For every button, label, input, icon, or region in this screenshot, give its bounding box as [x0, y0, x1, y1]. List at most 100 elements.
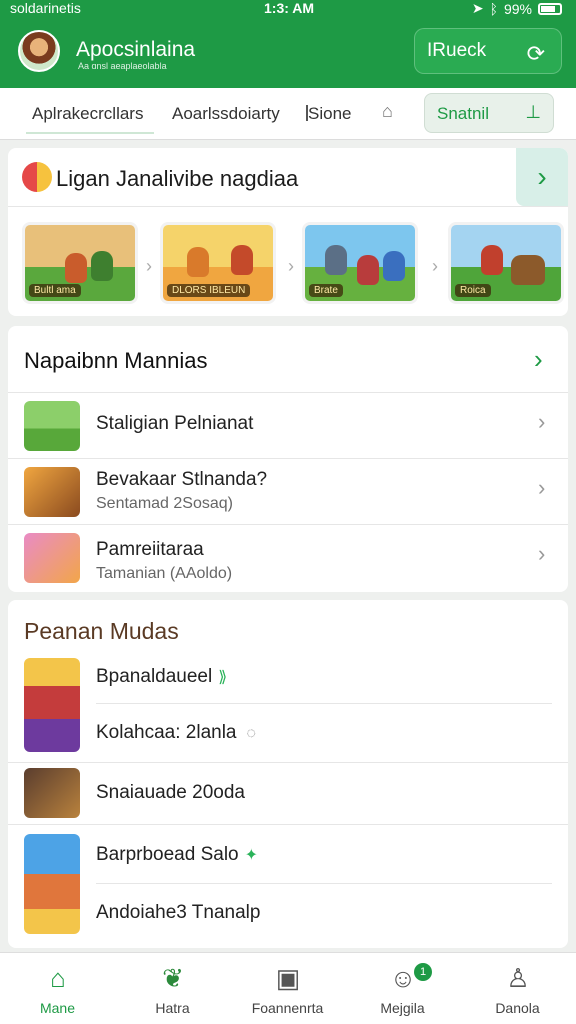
leaf-icon: ❦ [162, 963, 184, 993]
featured-next-button[interactable]: › [516, 148, 568, 206]
notification-badge: 1 [414, 963, 432, 981]
list-item-title: Bevakaar Stlnanda? [96, 469, 268, 490]
chevron-right-icon: › [146, 256, 152, 276]
list-item[interactable]: Pamreiitaraa Tamanian (AAoldo) › [8, 524, 568, 590]
recent-item[interactable]: Bpanaldaueel ⟫ [8, 652, 568, 704]
header-action-button[interactable]: IRueck ⟳ [414, 28, 562, 74]
nav-item-5[interactable]: ♙ Danola [460, 953, 575, 1024]
tab-2[interactable]: Aoarlssdoiarty [172, 104, 280, 124]
avatar[interactable] [18, 30, 60, 72]
home-icon: ⌂ [50, 963, 66, 993]
chevron-right-icon: › [538, 475, 546, 500]
recent-heading: Peanan Mudas [24, 618, 179, 644]
featured-thumbnail[interactable]: Bultl ama [22, 222, 138, 304]
recent-item[interactable]: Snaiauade 20oda [8, 764, 568, 824]
bluetooth-icon: ᛒ [489, 0, 498, 17]
nav-label: Foannenrta [251, 1000, 324, 1016]
spiral-icon: ▣ [275, 963, 301, 993]
app-header: soldarinetis 1:3: AM ➤ ᛒ 99% Apocsinlain… [0, 0, 576, 88]
nav-label: Hatra [155, 1000, 190, 1016]
thumbnail-caption: Roica [455, 284, 491, 297]
character-icon [383, 251, 405, 281]
thumbnail-caption: DLORS IBLEUN [167, 284, 251, 297]
check-badge-icon: ⟫ [218, 669, 228, 686]
list-item-title: Pamreiitaraa [96, 539, 204, 560]
nav-label: Mane [39, 1000, 76, 1016]
app-title: Apocsinlaina [76, 38, 196, 61]
thumb-sky [163, 225, 273, 267]
recent-item[interactable]: Barprboead Salo ✦ [8, 826, 568, 884]
nav-item-3[interactable]: ▣ Foannenrta [230, 953, 345, 1024]
active-tab-indicator [26, 132, 154, 134]
people-icon: ☺ [389, 963, 417, 993]
character-icon [357, 255, 379, 285]
shield-icon: ◌ [246, 725, 257, 742]
chart-icon: ⊥ [525, 102, 541, 122]
profile-icon: ♙ [506, 963, 530, 993]
chevron-right-icon: › [288, 256, 294, 276]
recent-item-title: Barprboead Salo ✦ [96, 844, 259, 865]
character-icon [187, 247, 209, 277]
status-bar: soldarinetis 1:3: AM ➤ ᛒ 99% [0, 0, 576, 18]
bottom-nav: ⌂ Mane ❦ Hatra ▣ Foannenrta ☺ Mejgila ♙ … [0, 952, 576, 1024]
character-icon [65, 253, 87, 283]
character-icon [325, 245, 347, 275]
recent-item-title: Snaiauade 20oda [96, 782, 245, 803]
clock: 1:3: AM [264, 0, 315, 16]
recent-item-title: Bpanaldaueel ⟫ [96, 666, 228, 687]
list-heading: Napaibnn Mannias [24, 348, 208, 373]
tab-1[interactable]: Aplrakecrcllars [32, 104, 143, 124]
thumbnail-caption: Brate [309, 284, 343, 297]
animal-icon [511, 255, 545, 285]
divider [8, 824, 568, 825]
divider [8, 206, 568, 207]
nav-item-home[interactable]: ⌂ Mane [0, 953, 115, 1024]
recent-item[interactable]: Andoiahe3 Tnanalp [8, 884, 568, 942]
ball-icon [22, 162, 52, 192]
recent-item-title: Kolahcaa: 2lanla ◌ [96, 722, 257, 743]
status-right: ➤ ᛒ 99% [472, 0, 562, 17]
character-icon [231, 245, 253, 275]
thumb-sky [451, 225, 561, 267]
divider [8, 762, 568, 763]
list-item[interactable]: Bevakaar Stlnanda? Sentamad 2Sosaq) › [8, 458, 568, 524]
battery-percent: 99% [503, 0, 532, 17]
featured-thumbnail[interactable]: DLORS IBLEUN [160, 222, 276, 304]
recent-card: Peanan Mudas Bpanaldaueel ⟫ Kolahcaa: 2la… [8, 600, 568, 948]
leaf-badge-icon: ✦ [244, 847, 259, 864]
character-icon [481, 245, 503, 275]
recent-item[interactable]: Kolahcaa: 2lanla ◌ [8, 704, 568, 762]
list-item-subtitle: Tamanian (AAoldo) [96, 565, 233, 582]
featured-thumbnail[interactable]: Roica [448, 222, 564, 304]
nav-item-2[interactable]: ❦ Hatra [115, 953, 230, 1024]
list-item-title: Staligian Pelnianat [96, 413, 254, 434]
battery-icon [538, 2, 562, 15]
home-shape-icon[interactable]: ⌂ [382, 101, 393, 122]
chevron-right-icon[interactable]: › [534, 344, 543, 375]
nav-item-4[interactable]: ☺ Mejgila [345, 953, 460, 1024]
location-icon: ➤ [471, 0, 484, 16]
carrier-label: soldarinetis [10, 0, 81, 16]
nav-label: Danola [495, 1000, 540, 1016]
game-thumbnail [24, 401, 80, 451]
header-action-label: IRueck [427, 40, 487, 61]
refresh-icon: ⟳ [526, 41, 545, 66]
featured-card: Ligan Janalivibe nagdiaa › Bultl ama › D… [8, 148, 568, 316]
game-thumbnail [24, 533, 80, 583]
character-icon [91, 251, 113, 281]
chevron-right-icon: › [432, 256, 438, 276]
app-subtitle: Aa ɑnsl aeaplaeolabla [78, 61, 167, 71]
game-thumbnail [24, 467, 80, 517]
list-item[interactable]: Staligian Pelnianat › [8, 392, 568, 458]
chevron-right-icon: › [538, 409, 546, 434]
featured-thumbnail[interactable]: Brate [302, 222, 418, 304]
recent-item-title: Andoiahe3 Tnanalp [96, 902, 261, 923]
tab-pill-label: Snatnil [437, 104, 489, 123]
list-item-subtitle: Sentamad 2Sosaq) [96, 495, 233, 512]
nav-label: Mejgila [380, 1000, 425, 1016]
tab-3[interactable]: Sione [305, 104, 351, 124]
list-card: Napaibnn Mannias › Staligian Pelnianat ›… [8, 326, 568, 592]
chevron-right-icon: › [538, 541, 546, 566]
thumbnail-caption: Bultl ama [29, 284, 81, 297]
tab-pill-button[interactable]: Snatnil ⊥ [424, 93, 554, 133]
